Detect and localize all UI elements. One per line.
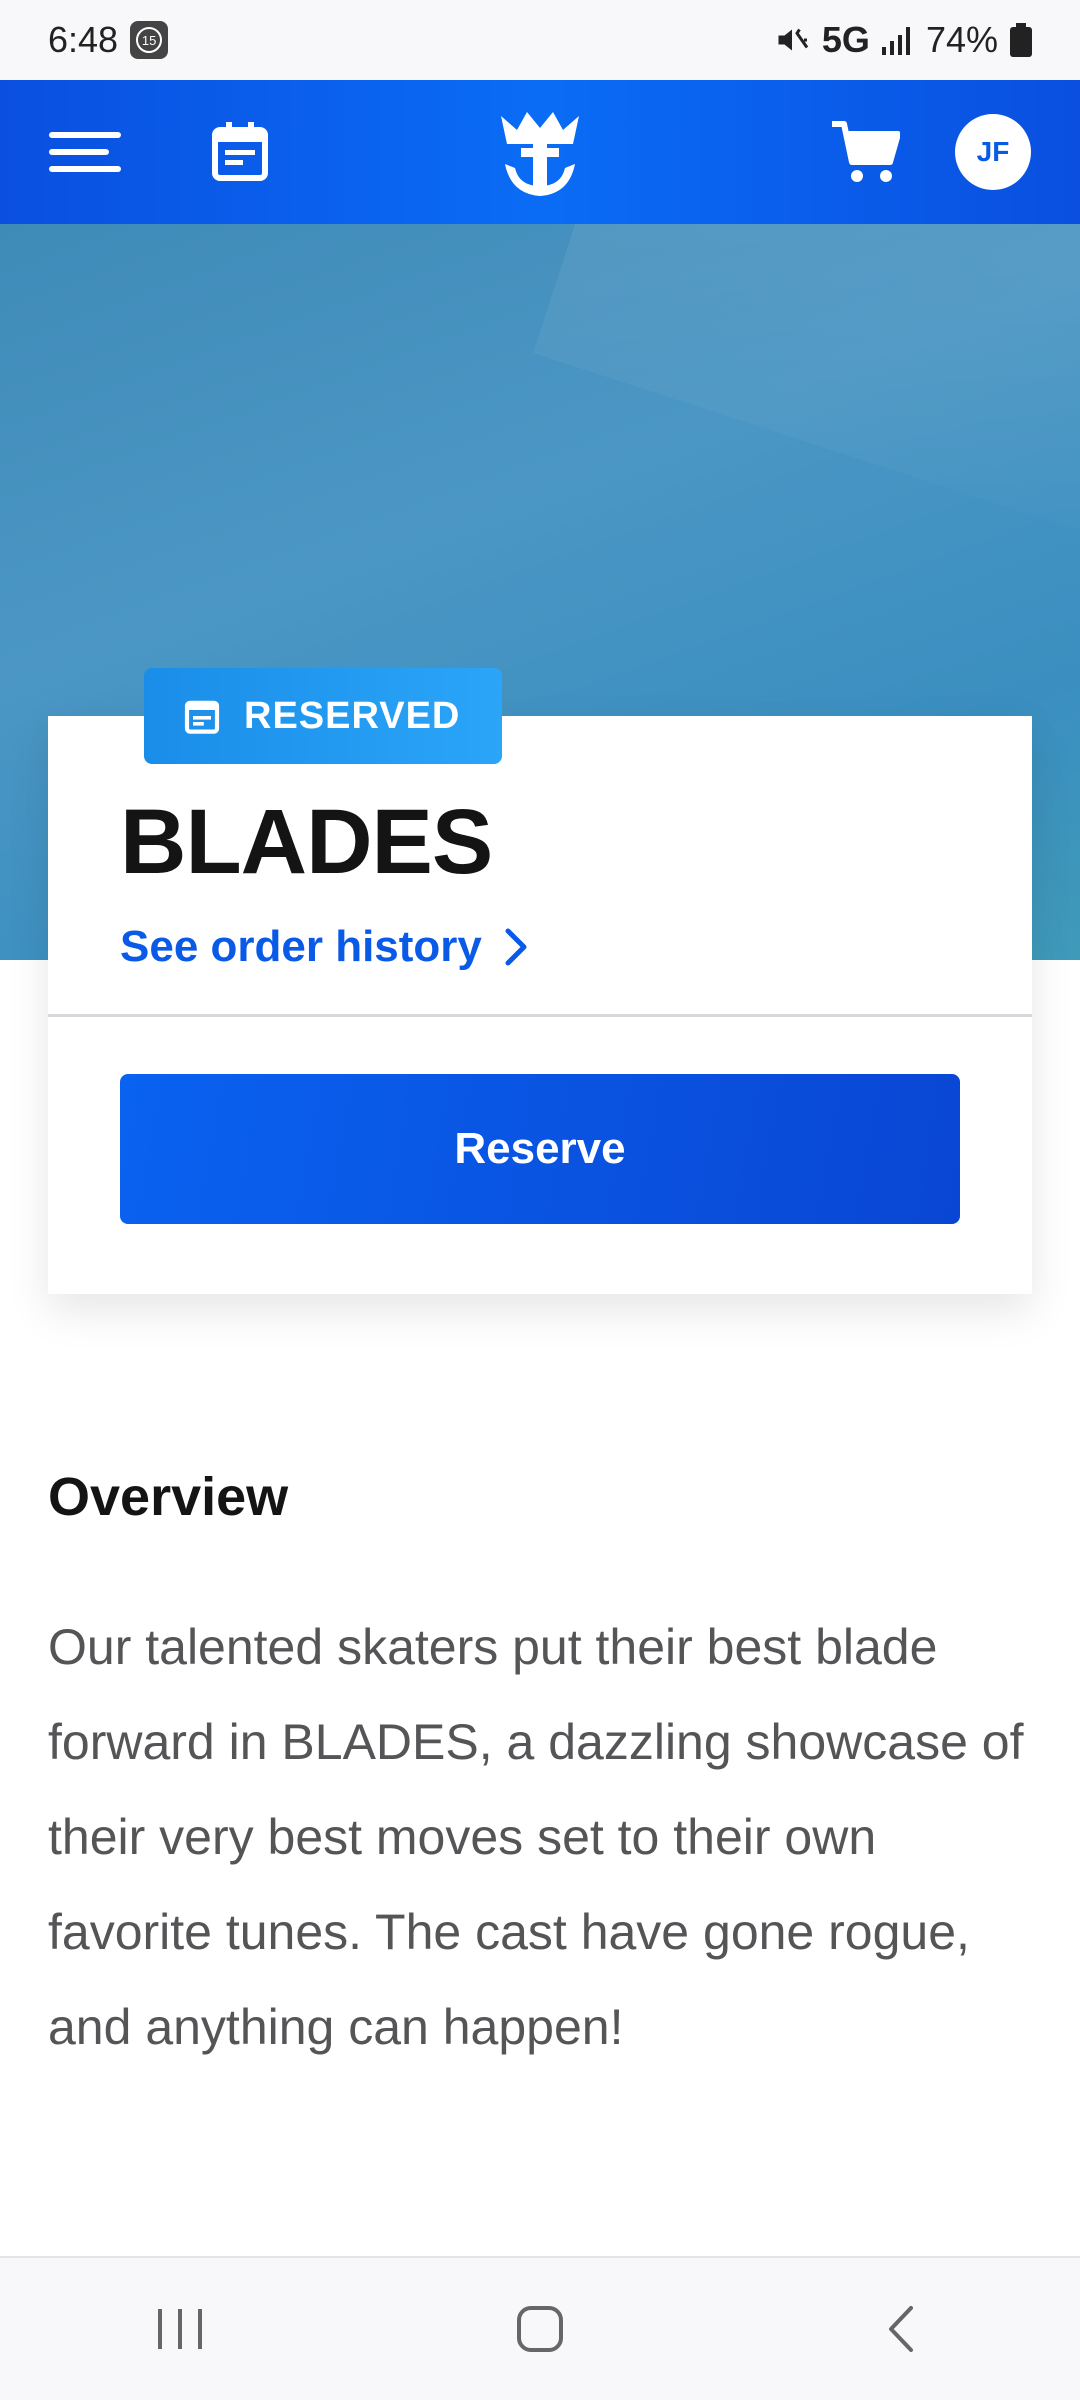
home-button[interactable] (480, 2279, 600, 2379)
signal-icon (881, 27, 910, 55)
notification-badge-count: 15 (136, 27, 163, 53)
system-nav-bar (0, 2256, 1080, 2400)
recent-apps-icon (158, 2309, 202, 2349)
status-bar: 6:48 15 5G 74% (0, 0, 1080, 80)
reserved-status-tag: RESERVED (144, 668, 502, 764)
order-history-link[interactable]: See order history (120, 922, 528, 972)
crown-anchor-logo (501, 112, 579, 196)
order-history-label: See order history (120, 922, 482, 971)
home-logo[interactable] (490, 80, 590, 224)
overview-heading: Overview (48, 1467, 289, 1527)
cart-button[interactable] (820, 80, 910, 224)
status-time: 6:48 (48, 19, 119, 60)
hero-light-streak (533, 224, 1080, 601)
calendar-icon (212, 122, 268, 181)
battery-icon (1010, 23, 1032, 57)
back-button[interactable] (840, 2279, 960, 2379)
app-header: JF (0, 80, 1080, 224)
overview-description: Our talented skaters put their best blad… (48, 1619, 1024, 2055)
status-left: 6:48 15 (48, 19, 169, 61)
status-right: 5G 74% (774, 19, 1032, 61)
home-icon (517, 2306, 563, 2352)
recent-apps-button[interactable] (120, 2279, 240, 2379)
reserve-button[interactable]: Reserve (120, 1074, 960, 1224)
itinerary-button[interactable] (200, 80, 280, 224)
card-divider (48, 1014, 1032, 1017)
calendar-icon (184, 700, 220, 734)
chevron-right-icon (505, 928, 527, 966)
menu-icon (49, 132, 121, 172)
back-icon (889, 2306, 913, 2352)
mute-icon (778, 28, 809, 51)
battery-percent: 74% (925, 19, 998, 60)
notification-badge-icon: 15 (130, 21, 169, 59)
menu-button[interactable] (40, 80, 130, 224)
activity-title: BLADES (120, 791, 493, 893)
status-tag-label: RESERVED (244, 694, 461, 737)
cart-icon (832, 121, 900, 182)
network-type: 5G (821, 19, 870, 60)
profile-avatar[interactable]: JF (955, 114, 1031, 190)
